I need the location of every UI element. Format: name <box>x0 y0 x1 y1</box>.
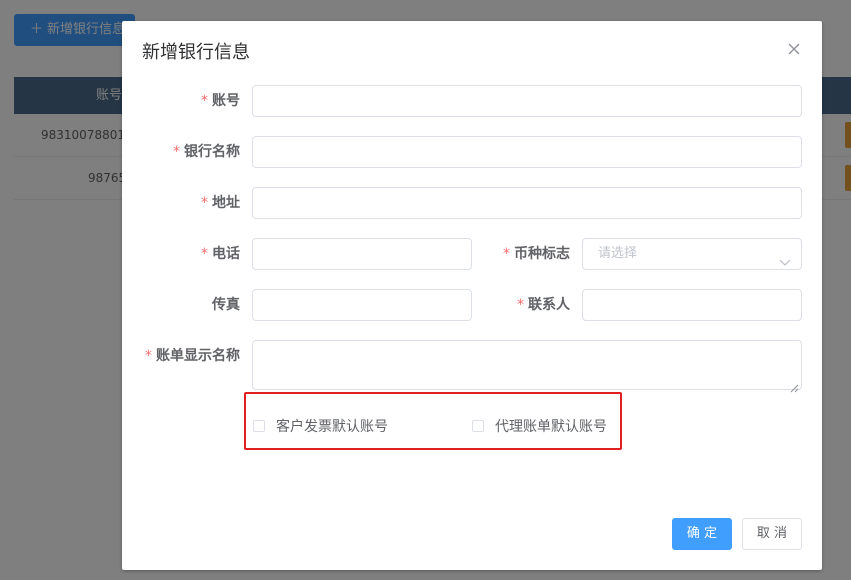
contact-label: * 联系人 <box>517 297 570 313</box>
agent-bill-default-checkbox[interactable]: 代理账单默认账号 <box>472 416 607 436</box>
phone-label: * 电话 <box>201 246 240 262</box>
required-star: * <box>503 246 510 262</box>
add-bank-info-dialog: 新增银行信息 * 账号 * 银行名称 * 地址 * 电话 * 币种标志 请选择 传真 * 联… <box>122 21 822 570</box>
bank-name-input[interactable] <box>252 136 802 168</box>
bill-display-name-textarea[interactable] <box>252 340 802 393</box>
required-star: * <box>145 348 152 364</box>
fax-label: 传真 <box>212 297 240 313</box>
account-input[interactable] <box>252 85 802 117</box>
required-star: * <box>173 144 180 160</box>
checkbox-box[interactable] <box>472 420 484 432</box>
required-star: * <box>201 93 208 109</box>
contact-input[interactable] <box>582 289 802 321</box>
required-star: * <box>201 195 208 211</box>
required-star: * <box>517 297 524 313</box>
address-label: * 地址 <box>201 195 240 211</box>
customer-invoice-default-label: 客户发票默认账号 <box>276 419 388 435</box>
account-label: * 账号 <box>201 93 240 109</box>
currency-select[interactable]: 请选择 <box>582 238 802 270</box>
customer-invoice-default-checkbox[interactable]: 客户发票默认账号 <box>253 416 388 436</box>
cancel-button[interactable]: 取 消 <box>742 518 802 550</box>
currency-placeholder: 请选择 <box>598 246 638 261</box>
agent-bill-default-label: 代理账单默认账号 <box>495 419 607 435</box>
bill-display-name-label: * 账单显示名称 <box>145 348 240 364</box>
currency-label: * 币种标志 <box>503 246 570 262</box>
address-input[interactable] <box>252 187 802 219</box>
required-star: * <box>201 246 208 262</box>
dialog-title: 新增银行信息 <box>142 42 250 63</box>
checkbox-box[interactable] <box>253 420 265 432</box>
chevron-down-icon <box>779 249 791 266</box>
confirm-button[interactable]: 确 定 <box>672 518 732 550</box>
resize-handle-icon[interactable] <box>790 378 799 393</box>
bank-name-label: * 银行名称 <box>173 144 240 160</box>
phone-input[interactable] <box>252 238 472 270</box>
close-icon[interactable] <box>786 41 802 57</box>
fax-input[interactable] <box>252 289 472 321</box>
